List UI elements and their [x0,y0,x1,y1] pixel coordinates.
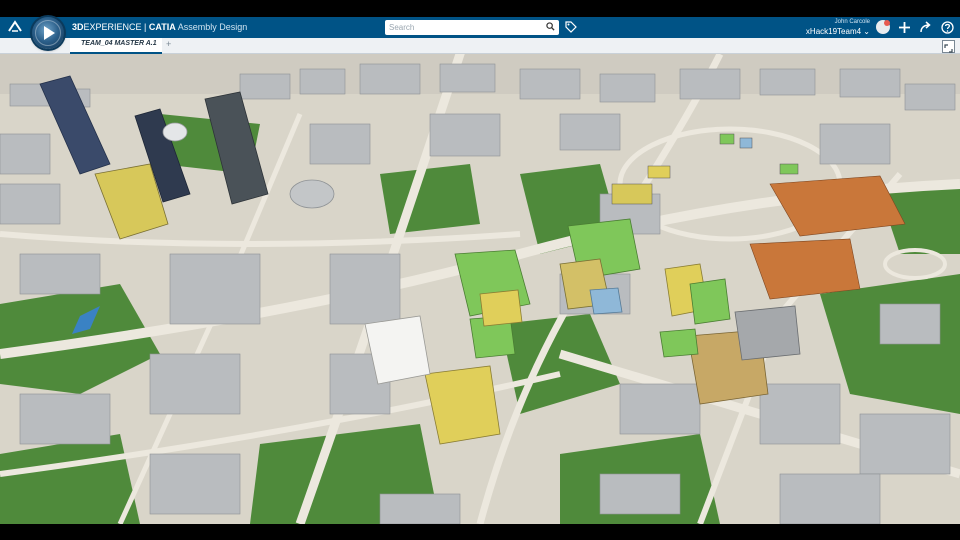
search-input[interactable] [389,21,539,33]
add-tab-button[interactable]: + [166,39,171,49]
avatar[interactable] [876,20,890,34]
user-info[interactable]: John Carcole xHack19Team4 ⌄ [790,18,870,37]
tab-team-master[interactable]: TEAM_04 MASTER A.1 [70,38,162,54]
play-icon [44,26,55,40]
tab-label: TEAM_04 MASTER A.1 [81,40,157,47]
brand-product: CATIA [148,22,176,32]
top-bar: 3DEXPERIENCE | CATIA Assembly Design Joh… [0,17,960,38]
compass-icon[interactable] [32,17,64,49]
brand-prefix: 3D [72,22,84,32]
search-box[interactable] [385,20,559,35]
search-icon[interactable] [546,22,555,31]
add-icon[interactable] [898,21,911,34]
brand-name: EXPERIENCE [83,22,142,32]
help-icon[interactable] [941,21,954,34]
tab-bar: TEAM_04 MASTER A.1 + [0,38,960,54]
chevron-down-icon: ⌄ [863,27,870,36]
share-icon[interactable] [919,21,932,34]
tag-icon[interactable] [565,21,577,33]
app-name: Assembly Design [175,22,248,32]
expand-icon[interactable] [942,40,955,53]
user-name: John Carcole [834,19,870,25]
city-model[interactable] [0,54,960,524]
app-brand: 3DEXPERIENCE | CATIA Assembly Design [72,21,247,34]
3ds-logo-icon[interactable] [6,20,24,35]
team-name: xHack19Team4 [805,27,862,36]
3d-viewport[interactable] [0,54,960,524]
brand-separator: | [141,22,149,32]
team-selector[interactable]: xHack19Team4 ⌄ [790,26,870,37]
